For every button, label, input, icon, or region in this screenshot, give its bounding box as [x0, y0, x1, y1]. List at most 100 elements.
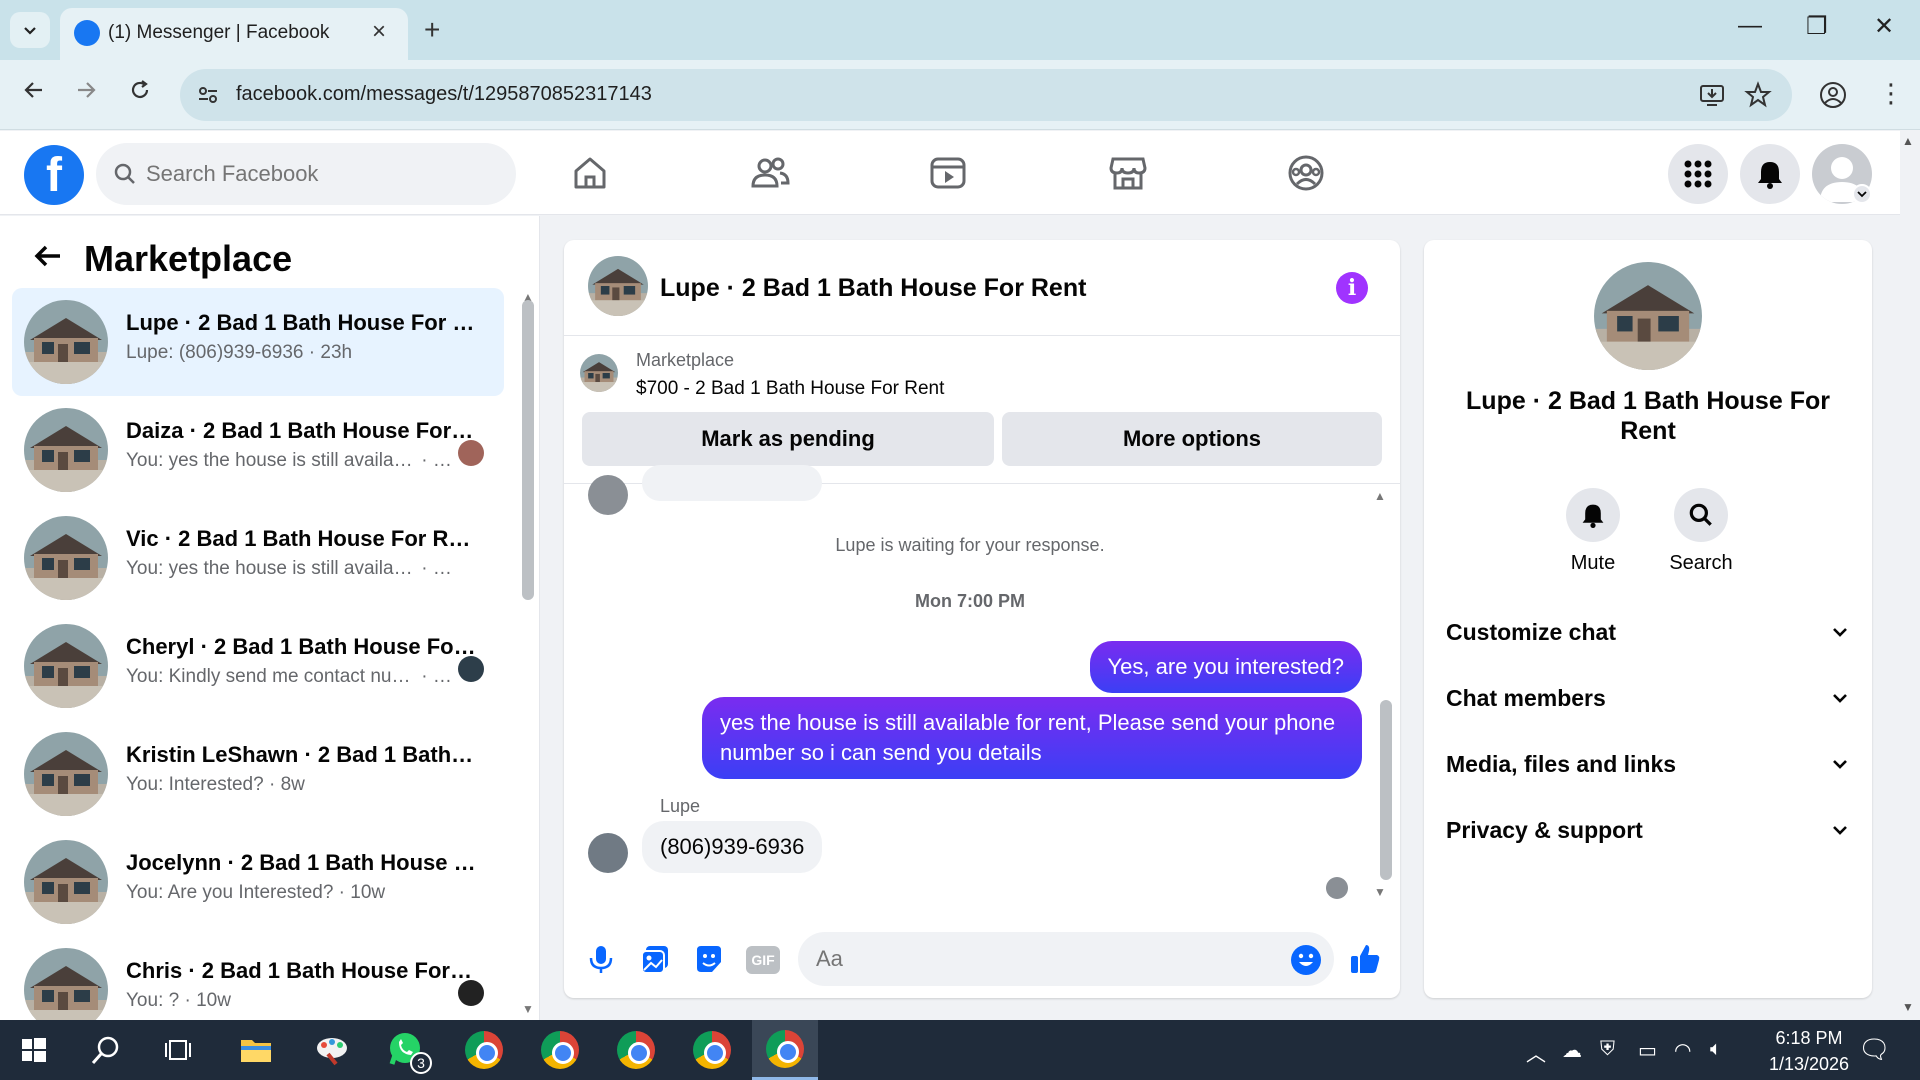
new-tab-button[interactable]: + — [424, 14, 440, 46]
browser-tab-active[interactable]: (1) Messenger | Facebook × — [60, 8, 408, 60]
facebook-search-box[interactable] — [96, 143, 516, 205]
facebook-favicon-icon — [74, 20, 100, 46]
minimize-window-button[interactable]: — — [1738, 12, 1762, 40]
clock-time[interactable]: 6:18 PM — [1754, 1028, 1864, 1049]
install-app-icon[interactable] — [1698, 81, 1726, 114]
gif-icon[interactable]: GIF — [746, 946, 780, 974]
chrome-window-button[interactable] — [678, 1020, 746, 1080]
bell-icon[interactable] — [1566, 488, 1620, 542]
chat-listing-thumbnail[interactable] — [588, 256, 648, 316]
mute-action[interactable]: Mute — [1548, 488, 1638, 575]
close-window-button[interactable]: ✕ — [1874, 12, 1894, 41]
file-explorer-button[interactable] — [222, 1020, 290, 1080]
photo-icon[interactable] — [638, 942, 672, 976]
chat-members-section[interactable]: Chat members — [1446, 678, 1850, 718]
search-icon[interactable] — [1674, 488, 1728, 542]
emoji-icon[interactable] — [1290, 944, 1324, 978]
conversation-item[interactable]: Cheryl · 2 Bad 1 Bath House For Rent You… — [12, 612, 504, 720]
search-action[interactable]: Search — [1656, 488, 1746, 575]
address-bar[interactable]: facebook.com/messages/t/1295870852317143 — [180, 69, 1792, 121]
thumbs-up-icon[interactable] — [1348, 942, 1382, 976]
site-info-icon[interactable] — [196, 83, 220, 112]
sidebar-scrollbar[interactable] — [522, 300, 534, 600]
conversation-snippet: You: ? · 10w — [126, 990, 231, 1011]
conversation-item[interactable]: Vic · 2 Bad 1 Bath House For Rent You: y… — [12, 504, 504, 612]
tab-close-icon[interactable]: × — [372, 18, 386, 46]
page-scroll-up-icon[interactable]: ▲ — [1902, 134, 1914, 148]
message-scrollbar[interactable] — [1380, 700, 1392, 880]
forward-button[interactable] — [74, 78, 98, 109]
chat-header: Lupe · 2 Bad 1 Bath House For Rent i — [564, 240, 1400, 336]
message-input[interactable] — [798, 932, 1334, 986]
task-view-button[interactable] — [144, 1020, 212, 1080]
facebook-logo[interactable]: f — [24, 145, 84, 205]
volume-icon[interactable]: 🔈︎ — [1710, 1038, 1722, 1061]
message-bubble-outgoing[interactable]: yes the house is still available for ren… — [702, 697, 1362, 779]
reload-button[interactable] — [128, 78, 152, 109]
search-input[interactable] — [146, 155, 496, 193]
whatsapp-button[interactable]: 3 — [372, 1020, 440, 1080]
page-scroll-down-icon[interactable]: ▼ — [1902, 1000, 1914, 1014]
groups-nav-icon[interactable] — [1284, 151, 1328, 195]
chrome-window-button[interactable] — [526, 1020, 594, 1080]
info-listing-thumbnail[interactable] — [1594, 262, 1702, 370]
sticker-icon[interactable] — [692, 942, 726, 976]
bookmark-star-icon[interactable] — [1744, 81, 1772, 114]
marketplace-nav-icon[interactable] — [1106, 151, 1150, 195]
listing-title[interactable]: $700 - 2 Bad 1 Bath House For Rent — [636, 378, 944, 400]
message-bubble-outgoing[interactable]: Yes, are you interested? — [1089, 641, 1362, 693]
friends-nav-icon[interactable] — [748, 151, 792, 195]
reload-icon — [131, 80, 149, 99]
video-nav-icon[interactable] — [926, 151, 970, 195]
conversation-item[interactable]: Chris · 2 Bad 1 Bath House For Rent You:… — [12, 936, 504, 1020]
conversation-item[interactable]: Kristin LeShawn · 2 Bad 1 Bath House For… — [12, 720, 504, 828]
browser-menu-icon[interactable]: ⋮ — [1878, 78, 1904, 109]
start-button[interactable] — [0, 1020, 68, 1080]
privacy-support-section[interactable]: Privacy & support — [1446, 810, 1850, 850]
chat-title[interactable]: Lupe · 2 Bad 1 Bath House For Rent — [660, 274, 1086, 303]
scroll-down-arrow-icon[interactable]: ▼ — [1374, 885, 1386, 899]
facebook-header: f — [0, 131, 1900, 215]
chevron-down-icon — [1833, 694, 1847, 703]
house-photo-icon — [24, 840, 108, 924]
media-files-links-section[interactable]: Media, files and links — [1446, 744, 1850, 784]
scroll-down-arrow-icon[interactable]: ▼ — [522, 1002, 534, 1016]
chevron-down-icon — [1833, 826, 1847, 835]
sender-avatar[interactable] — [588, 833, 628, 873]
customize-chat-section[interactable]: Customize chat — [1446, 612, 1850, 652]
security-shield-icon[interactable]: ⛨ — [1600, 1038, 1615, 1061]
onedrive-icon[interactable]: ☁ — [1562, 1038, 1582, 1063]
notification-center-icon[interactable]: 🗨︎ — [1858, 1034, 1891, 1065]
restore-window-button[interactable]: ❐ — [1806, 12, 1828, 41]
microphone-icon[interactable] — [584, 942, 618, 976]
mark-as-pending-button[interactable]: Mark as pending — [582, 412, 994, 466]
conversation-item[interactable]: Jocelynn · 2 Bad 1 Bath House For Rent Y… — [12, 828, 504, 936]
conversation-info-icon[interactable]: i — [1336, 272, 1368, 304]
account-chevron-icon[interactable] — [1852, 184, 1872, 204]
menu-grid-button[interactable] — [1668, 144, 1728, 204]
search-icon — [112, 161, 138, 192]
more-options-button[interactable]: More options — [1002, 412, 1382, 466]
chrome-window-button[interactable] — [602, 1020, 670, 1080]
conversation-item[interactable]: Lupe · 2 Bad 1 Bath House For Rent Lupe:… — [12, 288, 504, 396]
wifi-icon[interactable]: ◠ — [1674, 1038, 1691, 1063]
clock-date[interactable]: 1/13/2026 — [1754, 1054, 1864, 1075]
search-button[interactable] — [72, 1020, 140, 1080]
chrome-window-button-active[interactable] — [752, 1020, 818, 1080]
message-list: ▲ Lupe is waiting for your response. Mon… — [564, 465, 1400, 905]
chrome-window-button[interactable] — [450, 1020, 518, 1080]
tab-search-button[interactable] — [10, 12, 50, 48]
back-button[interactable] — [22, 78, 46, 109]
house-photo-icon — [24, 300, 108, 384]
scroll-up-arrow-icon[interactable]: ▲ — [1374, 489, 1386, 503]
profile-icon[interactable] — [1818, 80, 1848, 115]
show-hidden-icons-icon[interactable]: ︿ — [1526, 1038, 1546, 1067]
battery-icon[interactable]: ▭ — [1638, 1038, 1657, 1063]
conversation-item[interactable]: Daiza · 2 Bad 1 Bath House For Rent You:… — [12, 396, 504, 504]
paint-app-button[interactable] — [298, 1020, 366, 1080]
notifications-button[interactable] — [1740, 144, 1800, 204]
message-bubble-incoming[interactable]: (806)939-6936 — [642, 821, 823, 873]
home-nav-icon[interactable] — [568, 151, 612, 195]
listing-thumbnail[interactable] — [580, 354, 618, 392]
back-arrow-icon[interactable] — [30, 238, 66, 279]
